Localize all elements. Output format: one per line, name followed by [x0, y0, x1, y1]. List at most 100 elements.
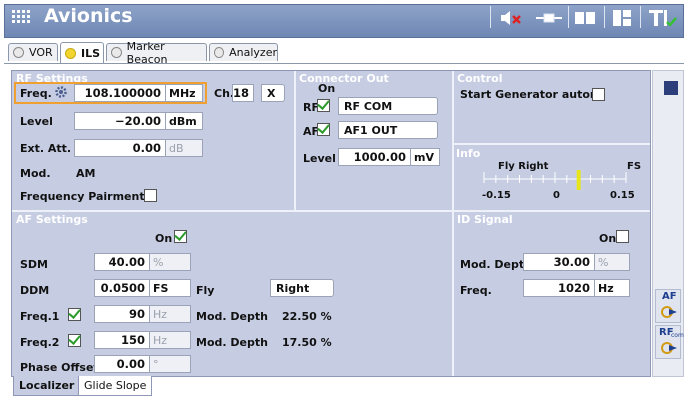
ddm-unit[interactable]: FS	[149, 279, 191, 297]
level-input[interactable]: −20.00	[74, 112, 166, 130]
af-settings-title: AF Settings	[16, 213, 88, 226]
tab-label: Marker Beacon	[126, 39, 168, 66]
tab-localizer[interactable]: Localizer	[13, 376, 81, 396]
tab-label: VOR	[29, 46, 53, 59]
id-freq-input[interactable]: 1020	[523, 279, 595, 297]
freq2-checkbox[interactable]	[68, 334, 81, 347]
mod-value: AM	[76, 167, 96, 180]
start-generator-checkbox[interactable]	[592, 88, 605, 101]
connector-out-title: Connector Out	[299, 72, 389, 85]
rf-output-sublabel: com	[671, 332, 684, 339]
ext-att-input[interactable]: 0.00	[74, 139, 166, 157]
rf-output-button[interactable]: RF com	[655, 325, 684, 359]
freq-unit[interactable]: MHz	[165, 84, 203, 102]
mod-depth2-number: 17.50	[282, 336, 317, 349]
id-mod-depth-unit: %	[594, 253, 630, 271]
id-mod-depth-input[interactable]: 30.00	[523, 253, 595, 271]
id-on-checkbox[interactable]	[616, 230, 629, 243]
book-icon[interactable]	[574, 11, 596, 29]
sdm-input[interactable]: 40.00	[94, 253, 150, 271]
freq2-label: Freq.2	[20, 336, 60, 349]
ddm-input[interactable]: 0.0500	[94, 279, 150, 297]
divider	[453, 143, 650, 145]
divider	[12, 210, 650, 212]
tab-glide-slope[interactable]: Glide Slope	[78, 376, 153, 396]
channel-input[interactable]: 18	[232, 84, 254, 102]
phase-offset-unit: °	[149, 355, 191, 373]
mod-depth1-unit: %	[320, 310, 332, 323]
phase-offset-label: Phase Offset	[20, 361, 99, 374]
af-output-button[interactable]: AF	[655, 289, 681, 323]
mod-depth2-unit: %	[320, 336, 332, 349]
channel-suffix-select[interactable]: X	[261, 84, 285, 102]
fly-select[interactable]: Right	[270, 279, 334, 297]
frequency-pairment-checkbox[interactable]	[144, 189, 157, 202]
attenuator-icon[interactable]	[536, 12, 562, 30]
id-mod-depth-label: Mod. Depth	[460, 258, 532, 271]
mod-depth2-value: 17.50 %	[282, 336, 332, 349]
layout-icon[interactable]	[612, 9, 632, 27]
id-freq-label: Freq.	[460, 284, 492, 297]
frequency-pairment-label: Frequency Pairment	[20, 190, 145, 203]
freq-label: Freq.	[20, 87, 52, 100]
connector-level-label: Level	[303, 152, 336, 165]
scale-tick-max: 0.15	[610, 190, 635, 201]
level-label: Level	[20, 115, 53, 128]
info-title: Info	[456, 147, 481, 160]
connector-level-input[interactable]: 1000.00	[338, 148, 411, 166]
tab-marker-beacon[interactable]: Marker Beacon	[106, 40, 207, 66]
output-arrow-icon	[661, 306, 677, 318]
stop-icon[interactable]	[664, 81, 678, 95]
phase-offset-input[interactable]: 0.00	[94, 355, 150, 373]
freq1-input[interactable]: 90	[94, 305, 150, 323]
id-signal-title: ID Signal	[457, 213, 513, 226]
tab-ils[interactable]: ILS	[60, 42, 104, 63]
start-generator-label: Start Generator autom.	[460, 88, 606, 101]
ext-att-unit: dB	[165, 139, 203, 157]
af-output-label: AF	[662, 291, 677, 302]
divider	[452, 71, 454, 376]
af-on-checkbox[interactable]	[174, 230, 187, 243]
connector-on-label: On	[318, 82, 336, 95]
fly-label: Fly	[196, 284, 215, 297]
freq1-checkbox[interactable]	[68, 308, 81, 321]
tab-label: Analyzer	[229, 46, 277, 59]
toolbar-separator	[604, 6, 605, 28]
mod-depth1-value: 22.50 %	[282, 310, 332, 323]
scale-tick-zero: 0	[553, 190, 560, 201]
id-on-label: On	[599, 232, 617, 245]
level-unit[interactable]: dBm	[165, 112, 203, 130]
af-out-select[interactable]: AF1 OUT	[338, 121, 438, 139]
output-arrow-icon	[661, 342, 677, 354]
toolbar-separator	[640, 6, 641, 28]
af-out-checkbox[interactable]	[317, 123, 330, 136]
tab-label: ILS	[81, 46, 101, 60]
mod-depth2-label: Mod. Depth	[196, 336, 268, 349]
rf-out-select[interactable]: RF COM	[338, 97, 438, 115]
sdm-unit: %	[149, 253, 191, 271]
app-menu-icon[interactable]	[12, 10, 30, 24]
radio-icon	[111, 47, 122, 58]
rf-out-checkbox[interactable]	[317, 99, 330, 112]
control-title: Control	[457, 72, 503, 85]
gear-icon[interactable]	[54, 85, 68, 99]
mod-label: Mod.	[20, 167, 51, 180]
ddm-indicator	[576, 170, 581, 190]
radio-icon	[65, 47, 76, 59]
toolbar-separator	[490, 6, 491, 28]
scale-tick-min: -0.15	[482, 190, 511, 201]
freq2-input[interactable]: 150	[94, 331, 150, 349]
connector-level-unit[interactable]: mV	[410, 148, 440, 166]
mute-icon[interactable]	[500, 10, 524, 28]
id-freq-unit[interactable]: Hz	[594, 279, 630, 297]
divider	[294, 71, 296, 211]
mod-depth1-label: Mod. Depth	[196, 310, 268, 323]
freq-input[interactable]: 108.100000	[74, 84, 166, 102]
tab-analyzer[interactable]: Analyzer	[209, 43, 278, 61]
freq1-label: Freq.1	[20, 310, 60, 323]
af-on-label: On	[155, 232, 173, 245]
tab-vor[interactable]: VOR	[8, 43, 58, 61]
mod-depth1-number: 22.50	[282, 310, 317, 323]
text-check-icon[interactable]	[648, 8, 678, 26]
radio-icon	[214, 47, 225, 58]
